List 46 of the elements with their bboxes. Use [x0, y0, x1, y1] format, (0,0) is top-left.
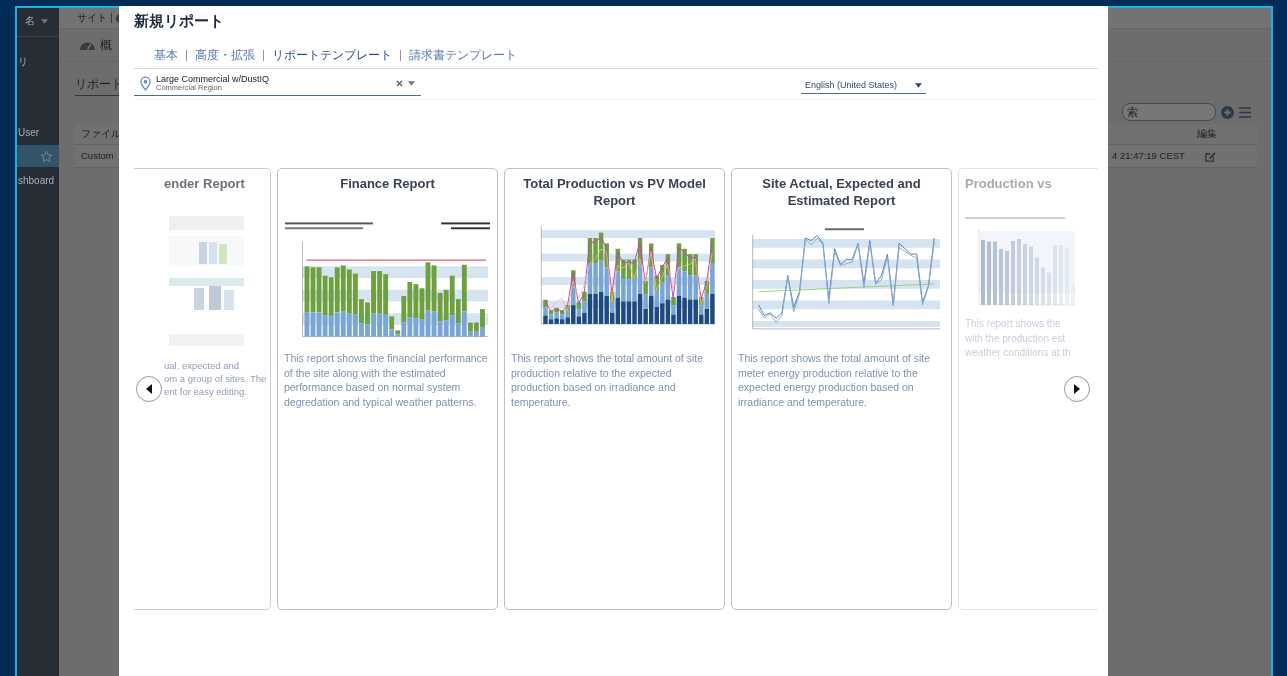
site-name: Large Commercial w/DustIQ — [156, 75, 271, 85]
edit-icon[interactable] — [1205, 150, 1216, 162]
tab[interactable]: 基本 — [154, 47, 178, 64]
tab[interactable]: リポートテンプレート — [272, 47, 392, 64]
sidebar-item[interactable] — [17, 145, 59, 167]
card-title: Total Production vs PV Model Report — [522, 175, 707, 209]
sidebar-header[interactable]: 名 — [25, 14, 35, 28]
card-description: ent for easy editing. — [164, 385, 248, 398]
close-icon[interactable] — [396, 80, 403, 87]
overview-title: 概 — [100, 36, 112, 54]
site-label[interactable]: サイト — [77, 11, 107, 25]
plus-icon[interactable] — [1221, 105, 1234, 119]
search-field[interactable]: 索 — [1122, 103, 1216, 121]
card-title: ender Report — [164, 175, 245, 193]
card-description: This report shows the total amount of site production relative to the expected production based on irradiance and temperature. — [511, 351, 704, 409]
card-description: This report shows the total amount of site meter energy production relative to the expected energy production based on irradiance and temperature. — [738, 351, 931, 409]
card-title: Production vs — [965, 175, 1052, 193]
left-triangle-icon — [146, 384, 152, 394]
report-card[interactable]: Finance Report This report shows the financial performance of the site along with the estimated performance based on normal system degredation and typical weather patterns. — [277, 168, 498, 610]
next-button[interactable] — [1064, 376, 1090, 402]
table-cell: 4 21:47:19 CEST — [1109, 145, 1191, 168]
sidebar-item[interactable]: shboard — [17, 169, 59, 191]
star-icon — [40, 149, 53, 163]
card-description: ual, expected and — [164, 359, 240, 372]
table-header: 編集 — [1191, 124, 1241, 145]
language-dropdown[interactable]: English (United States) — [800, 80, 926, 94]
report-card[interactable]: Total Production vs PV Model Report This report shows the total amount of site production relative to the expected production based on irradiance and temperature. — [504, 168, 725, 610]
caret-icon — [41, 18, 48, 24]
dialog-title: 新規リポート — [134, 11, 225, 31]
right-triangle-icon — [1074, 384, 1080, 394]
report-card[interactable]: ender Report ual, expected and om a group of sites. The ent for easy editing. — [134, 168, 271, 610]
card-description: This report shows the financial performance of the site along with the estimated performance based on normal system degredation and typical weather patterns. — [284, 351, 489, 409]
sidebar-item[interactable]: User — [17, 121, 59, 143]
caret-icon — [915, 82, 922, 88]
caret-icon — [408, 81, 415, 86]
card-title: Site Actual, Expected and Estimated Report — [761, 175, 922, 209]
location-pin-icon — [140, 76, 151, 91]
sidebar-item[interactable]: リ — [17, 51, 59, 73]
card-description: om a group of sites. The — [164, 372, 268, 385]
card-description: with the production est — [965, 331, 1067, 346]
report-card[interactable]: Site Actual, Expected and Estimated Report This report shows the total amount of site meter energy production relative to the expected energy production based on irradiance and temperature. — [731, 168, 952, 610]
card-title: Finance Report — [340, 175, 435, 193]
previous-button[interactable] — [136, 376, 162, 402]
menu-icon[interactable] — [1239, 106, 1251, 118]
tab[interactable]: 請求書テンプレート — [409, 47, 517, 64]
tab[interactable]: 高度・拡張 — [195, 47, 255, 64]
